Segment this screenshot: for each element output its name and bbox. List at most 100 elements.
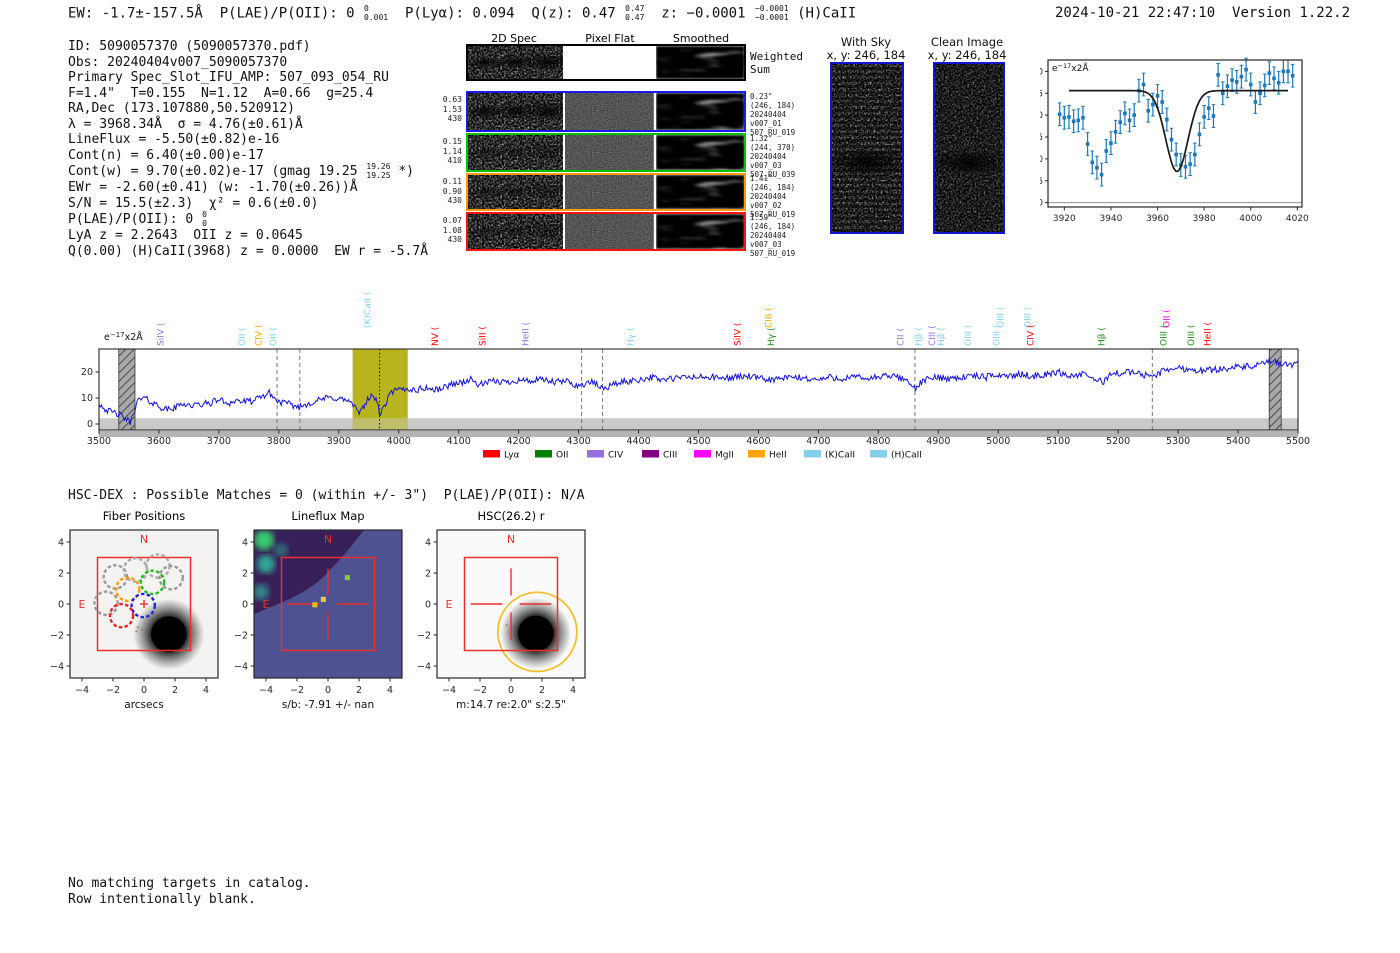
spec2d-row-annotation: 0.23" (246, 184) 20240404 v007_01 507_RU_019 <box>750 92 796 137</box>
spectral-line-label: CIV ( <box>1027 325 1037 346</box>
smoothed-image <box>655 93 744 130</box>
svg-text:N: N <box>507 533 515 546</box>
hsc-image-panel: HSC(26.2) r N E −4 −4 −2 −2 0 0 2 2 4 4 m:14.7 re:2.0… <box>417 509 586 711</box>
spectral-line-label: OIII ( <box>964 325 974 346</box>
spectral-line-label: OIII ( <box>997 307 1007 328</box>
spectral-line-label: Hβ ( <box>1097 327 1107 346</box>
info-line: λ = 3968.34Å σ = 4.76(±0.61)Å <box>68 117 428 133</box>
svg-text:−4: −4 <box>50 662 64 673</box>
svg-text:m:14.7 re:2.0" s:2.5": m:14.7 re:2.0" s:2.5" <box>456 699 566 711</box>
svg-text:4900: 4900 <box>926 436 950 447</box>
spec2d-row-annotation: 1.32" (244, 370) 20240404 v007_03 507_RU_039 <box>750 134 796 179</box>
spec2d-image <box>468 214 564 249</box>
svg-text:3940: 3940 <box>1099 214 1122 224</box>
svg-text:0: 0 <box>58 600 64 611</box>
svg-text:4000: 4000 <box>1239 214 1262 224</box>
with-sky-coords: x, y: 246, 184 <box>826 48 906 62</box>
svg-text:2.5: 2.5 <box>1040 177 1043 187</box>
svg-text:4300: 4300 <box>567 436 591 447</box>
text-segment: F=1.4" T=0.155 N=1.12 A=0.66 g=25.4 <box>68 85 374 101</box>
svg-text:N: N <box>140 533 148 546</box>
full-spectrum-plot: 3500 3600 3700 3800 3900 4000 4100 4200 4300 4400… <box>81 292 1310 461</box>
spec2d-row-annotation: 1.59" (246, 184) 20240404 v007_03 507_RU_019 <box>750 213 796 258</box>
pixel-flat-image <box>565 175 654 209</box>
sup-sub-value: 00 <box>202 210 207 228</box>
line-fit-plot: 0.0 2.5 5.0 7.5 10.0 12.5 15.0 3920 3940 3960 3980… <box>1040 57 1309 224</box>
text-segment: EW: -1.7±-157.5Å P(LAE)/P(OII): 0 <box>68 5 364 22</box>
spectral-line-label: OIII ( <box>1187 325 1197 346</box>
spectral-line-label: HeII ( <box>1203 322 1213 346</box>
with-sky-cutout <box>830 62 904 234</box>
svg-text:0: 0 <box>87 419 93 430</box>
spectral-line-label: Hγ ( <box>627 328 637 346</box>
text-segment: ID: 5090057370 (5090057370.pdf) <box>68 39 311 54</box>
svg-text:e−17x2Å: e−17x2Å <box>104 331 143 343</box>
svg-text:OII: OII <box>556 451 568 461</box>
spectral-line-label: (K)CaII ( <box>363 292 373 328</box>
svg-text:2: 2 <box>172 685 178 696</box>
text-segment: Primary Spec_Slot_IFU_AMP: 507_093_054_R… <box>68 70 389 85</box>
with-sky-title: With Sky x, y: 246, 184 <box>827 36 906 62</box>
report-timestamp: 2024-10-21 22:47:10 Version 1.22.2 <box>1055 5 1350 21</box>
svg-text:0.0: 0.0 <box>1040 199 1043 209</box>
svg-text:4: 4 <box>425 538 431 549</box>
svg-text:4: 4 <box>242 538 248 549</box>
clean-image-coords: x, y: 246, 184 <box>927 48 1007 62</box>
svg-text:E: E <box>79 598 86 611</box>
text-segment: (H)CaII <box>788 5 857 22</box>
svg-text:MgII: MgII <box>715 451 734 461</box>
svg-text:4: 4 <box>570 685 576 696</box>
info-line: LineFlux = -5.50(±0.82)e-16 <box>68 132 428 148</box>
svg-text:−2: −2 <box>234 631 248 642</box>
svg-text:4500: 4500 <box>686 436 710 447</box>
info-line: RA,Dec (173.107880,50.520912) <box>68 101 428 117</box>
info-line: ID: 5090057370 (5090057370.pdf) <box>68 39 428 55</box>
svg-text:2: 2 <box>242 569 248 580</box>
text-segment: S/N = 15.5(±2.3) χ² = 0.6(±0.0) <box>68 195 319 211</box>
spectral-line-label: SiIV ( <box>157 323 167 346</box>
svg-text:−4: −4 <box>75 685 89 696</box>
spec2d-image <box>468 175 564 209</box>
spectral-line-label: HeII ( <box>522 322 532 346</box>
catalog-matches-line: HSC-DEX : Possible Matches = 0 (within +… <box>68 488 585 503</box>
smoothed-image <box>655 214 744 249</box>
svg-text:−2: −2 <box>290 685 304 696</box>
svg-text:10: 10 <box>81 393 93 404</box>
sup-sub-value: 0.47 0.47 <box>625 4 645 22</box>
text-segment: Q(0.00) (H)CaII(3968) z = 0.0000 EW r = … <box>68 243 429 259</box>
info-line: Primary Spec_Slot_IFU_AMP: 507_093_054_R… <box>68 70 428 86</box>
clean-image-cutout <box>933 62 1005 234</box>
smoothed-image <box>655 46 744 79</box>
spectral-line-label: OII ( <box>238 327 248 346</box>
spectral-line-label: Hγ ( <box>767 328 777 346</box>
spec2d-row-left-values: 0.11 0.90 430 <box>442 177 462 205</box>
svg-text:2: 2 <box>539 685 545 696</box>
text-segment: LyA z = 2.2643 OII z = 0.0645 <box>68 228 303 243</box>
spectral-line-label: CIV ( <box>254 325 264 346</box>
svg-text:4: 4 <box>387 685 393 696</box>
spectral-line-label: Hβ ( <box>914 327 924 346</box>
sup-sub-value: −0.0001 −0.0001 <box>754 4 789 22</box>
svg-text:−4: −4 <box>234 662 248 673</box>
svg-text:Fiber Positions: Fiber Positions <box>103 509 186 523</box>
spec2d-image <box>468 135 564 170</box>
smoothed-image <box>655 135 744 170</box>
svg-text:−2: −2 <box>417 631 431 642</box>
svg-text:−4: −4 <box>442 685 456 696</box>
text-segment: Cont(w) = 9.70(±0.02)e-17 (gmag 19.25 <box>68 164 366 179</box>
svg-text:arcsecs: arcsecs <box>124 699 163 711</box>
svg-text:−4: −4 <box>417 662 431 673</box>
spec2d-row <box>466 133 746 172</box>
spec2d-image <box>468 93 564 130</box>
svg-text:N: N <box>324 533 332 546</box>
text-segment: λ = 3968.34Å σ = 4.76(±0.61)Å <box>68 116 303 132</box>
spec2d-row <box>466 212 746 251</box>
spec2d-image <box>468 46 564 79</box>
svg-text:20: 20 <box>81 367 93 378</box>
svg-text:4: 4 <box>203 685 209 696</box>
report-version: Version 1.22.2 <box>1232 5 1351 21</box>
svg-text:3960: 3960 <box>1146 214 1169 224</box>
info-line: F=1.4" T=0.155 N=1.12 A=0.66 g=25.4 <box>68 86 428 102</box>
info-line: P(LAE)/P(OII): 0 00 <box>68 210 428 228</box>
pixel-flat-image <box>565 214 654 249</box>
